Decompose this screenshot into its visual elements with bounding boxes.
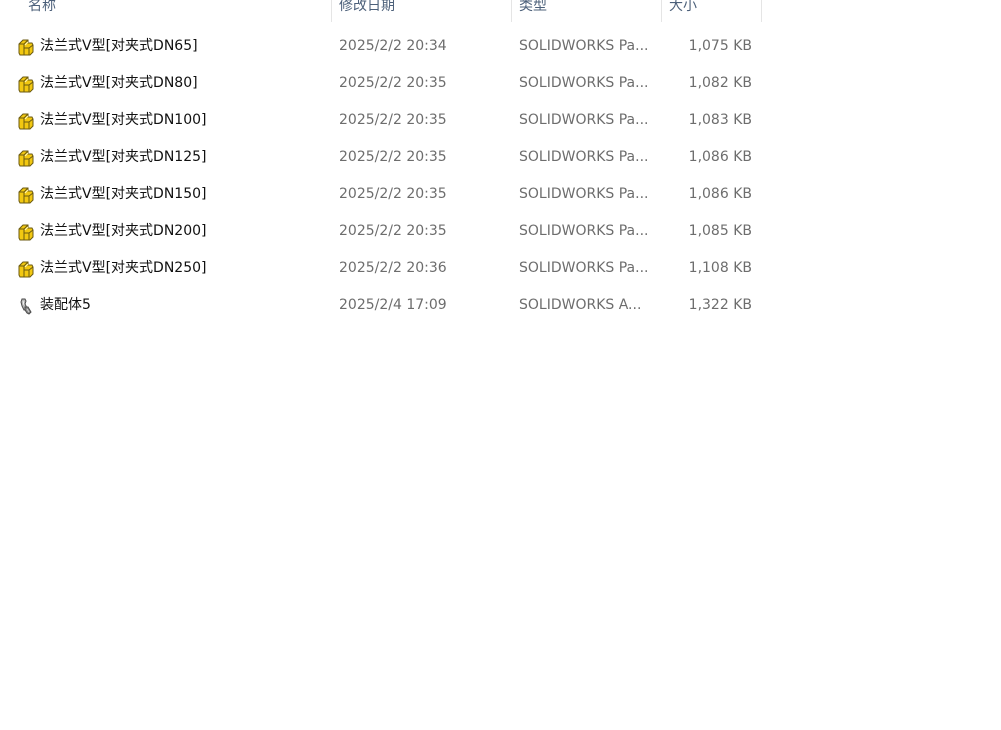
file-date-modified: 2025/2/2 20:35 — [339, 223, 447, 239]
file-name: 装配体5 — [40, 297, 91, 313]
file-row[interactable]: 法兰式V型[对夹式DN80] 2025/2/2 20:35 SOLIDWORKS… — [0, 65, 1001, 102]
file-date-modified: 2025/2/4 17:09 — [339, 297, 447, 313]
solidworks-part-icon — [16, 74, 36, 94]
file-type: SOLIDWORKS Pa... — [519, 38, 649, 54]
file-type: SOLIDWORKS Pa... — [519, 260, 649, 276]
column-header-row: 名称 修改日期 类型 大小 — [0, 0, 1001, 22]
solidworks-part-icon — [16, 37, 36, 57]
file-date-modified: 2025/2/2 20:35 — [339, 186, 447, 202]
file-date-modified: 2025/2/2 20:35 — [339, 149, 447, 165]
file-date-modified: 2025/2/2 20:35 — [339, 75, 447, 91]
file-name: 法兰式V型[对夹式DN65] — [40, 38, 198, 54]
file-type: SOLIDWORKS A... — [519, 297, 642, 313]
solidworks-part-icon — [16, 222, 36, 242]
file-row[interactable]: 法兰式V型[对夹式DN200] 2025/2/2 20:35 SOLIDWORK… — [0, 213, 1001, 250]
solidworks-assembly-icon — [16, 296, 36, 316]
file-date-modified: 2025/2/2 20:36 — [339, 260, 447, 276]
file-row[interactable]: 装配体5 2025/2/4 17:09 SOLIDWORKS A... 1,32… — [0, 287, 1001, 324]
column-header-end-divider — [761, 0, 762, 22]
file-size: 1,322 KB — [688, 297, 752, 313]
file-row[interactable]: 法兰式V型[对夹式DN65] 2025/2/2 20:34 SOLIDWORKS… — [0, 28, 1001, 65]
file-type: SOLIDWORKS Pa... — [519, 223, 649, 239]
file-name: 法兰式V型[对夹式DN150] — [40, 186, 207, 202]
file-list: 法兰式V型[对夹式DN65] 2025/2/2 20:34 SOLIDWORKS… — [0, 28, 1001, 324]
column-header-type[interactable]: 类型 — [511, 0, 661, 22]
file-type: SOLIDWORKS Pa... — [519, 75, 649, 91]
file-name: 法兰式V型[对夹式DN200] — [40, 223, 207, 239]
file-size: 1,075 KB — [688, 38, 752, 54]
file-size: 1,108 KB — [688, 260, 752, 276]
file-name: 法兰式V型[对夹式DN100] — [40, 112, 207, 128]
file-date-modified: 2025/2/2 20:34 — [339, 38, 447, 54]
file-type: SOLIDWORKS Pa... — [519, 186, 649, 202]
file-type: SOLIDWORKS Pa... — [519, 149, 649, 165]
file-explorer-details-view: 名称 修改日期 类型 大小 法兰式V型[对夹式DN65] 2025/2/2 20… — [0, 0, 1001, 730]
file-row[interactable]: 法兰式V型[对夹式DN100] 2025/2/2 20:35 SOLIDWORK… — [0, 102, 1001, 139]
file-type: SOLIDWORKS Pa... — [519, 112, 649, 128]
column-header-date-label: 修改日期 — [339, 0, 395, 14]
file-size: 1,085 KB — [688, 223, 752, 239]
file-row[interactable]: 法兰式V型[对夹式DN150] 2025/2/2 20:35 SOLIDWORK… — [0, 176, 1001, 213]
column-header-name-label: 名称 — [28, 0, 56, 14]
column-header-date-modified[interactable]: 修改日期 — [331, 0, 511, 22]
file-size: 1,083 KB — [688, 112, 752, 128]
column-header-type-label: 类型 — [519, 0, 547, 14]
file-name: 法兰式V型[对夹式DN80] — [40, 75, 198, 91]
file-row[interactable]: 法兰式V型[对夹式DN125] 2025/2/2 20:35 SOLIDWORK… — [0, 139, 1001, 176]
column-header-size-label: 大小 — [669, 0, 697, 14]
solidworks-part-icon — [16, 185, 36, 205]
solidworks-part-icon — [16, 259, 36, 279]
solidworks-part-icon — [16, 148, 36, 168]
column-header-name[interactable]: 名称 — [20, 0, 331, 22]
file-size: 1,082 KB — [688, 75, 752, 91]
file-date-modified: 2025/2/2 20:35 — [339, 112, 447, 128]
file-size: 1,086 KB — [688, 186, 752, 202]
file-size: 1,086 KB — [688, 149, 752, 165]
file-name: 法兰式V型[对夹式DN250] — [40, 260, 207, 276]
file-name: 法兰式V型[对夹式DN125] — [40, 149, 207, 165]
file-row[interactable]: 法兰式V型[对夹式DN250] 2025/2/2 20:36 SOLIDWORK… — [0, 250, 1001, 287]
solidworks-part-icon — [16, 111, 36, 131]
column-header-size[interactable]: 大小 — [661, 0, 761, 22]
